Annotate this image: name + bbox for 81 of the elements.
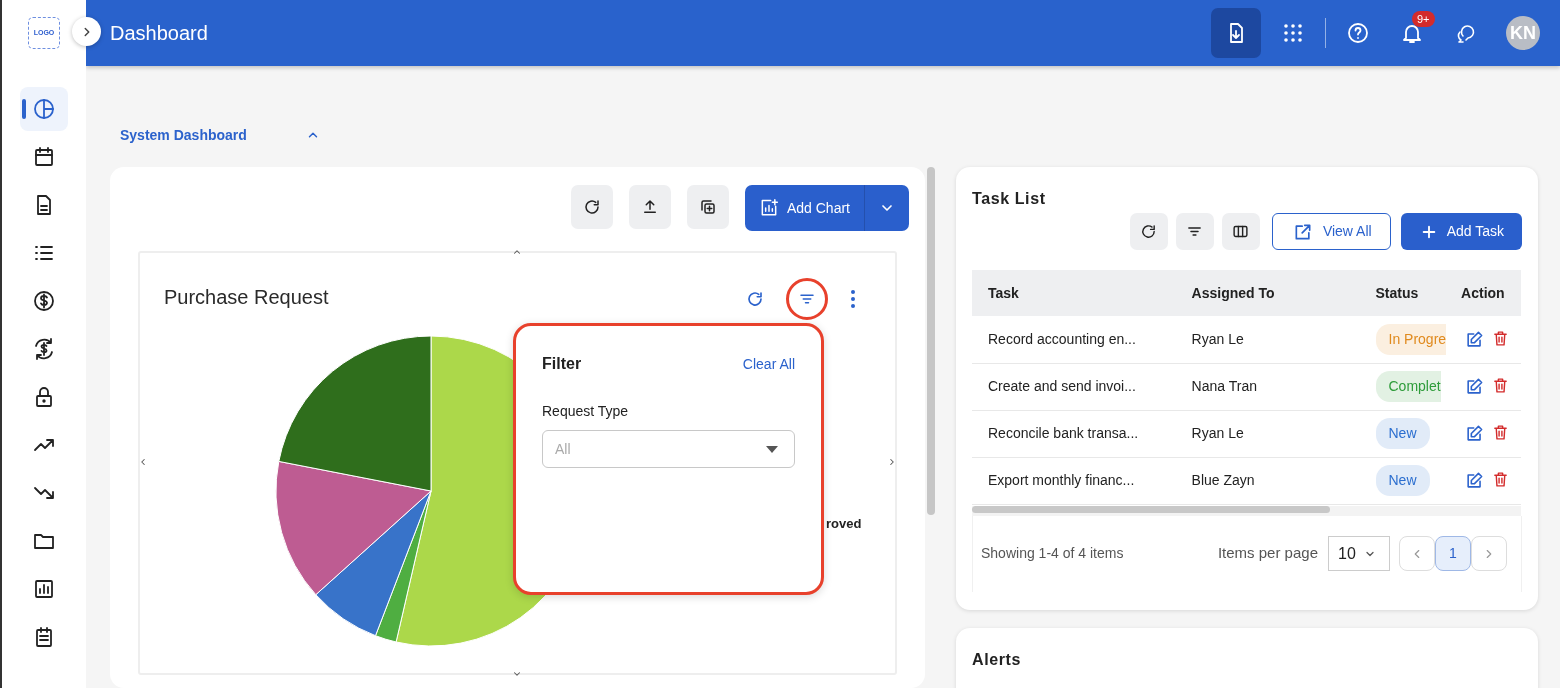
resize-handle-icon (512, 669, 522, 679)
edit-icon (1465, 424, 1485, 443)
plus-icon (1420, 223, 1437, 240)
add-task-button[interactable]: Add Task (1400, 213, 1522, 250)
edit-icon (1465, 471, 1485, 490)
caret-icon (766, 445, 778, 453)
section-title: System Dashboard (120, 125, 248, 145)
page-title: Dashboard (110, 21, 208, 46)
more-button[interactable] (850, 289, 856, 309)
status-tag: In Progre (1375, 323, 1447, 355)
clear-all-link[interactable]: Clear All (742, 353, 795, 375)
columns-icon (1232, 223, 1250, 240)
table-cell: Reconcile bank transa... (972, 410, 1176, 457)
edit-button[interactable] (1465, 329, 1485, 349)
delete-button[interactable] (1492, 377, 1510, 396)
resize-handle-icon (138, 457, 148, 467)
widget-title: Purchase Request (164, 285, 329, 310)
table-cell: Create and send invoi... (972, 363, 1176, 410)
download-button[interactable] (1211, 8, 1261, 58)
popup-title: Filter (542, 354, 582, 374)
legend-label: roved (826, 515, 862, 533)
copy-plus-icon (698, 198, 717, 216)
edit-button[interactable] (1465, 471, 1485, 490)
card-title: Task List (972, 189, 1047, 209)
grid-icon (1283, 23, 1303, 43)
help-icon (1346, 21, 1370, 45)
column-header: Action (1447, 270, 1521, 316)
edit-icon (1465, 377, 1485, 396)
column-header: Task (972, 270, 1176, 316)
widget-refresh-button[interactable] (746, 290, 764, 308)
horizontal-scrollbar[interactable] (972, 505, 1330, 513)
delete-button[interactable] (1492, 424, 1510, 443)
trash-icon (1492, 377, 1510, 394)
select-placeholder: All (555, 439, 571, 459)
refresh-icon (1140, 223, 1158, 240)
status-tag: Complet (1375, 371, 1441, 402)
dollar-icon (32, 289, 56, 313)
columns-button[interactable] (1221, 213, 1260, 250)
more-icon (850, 289, 856, 309)
export-button[interactable] (628, 185, 671, 229)
notification-badge: 9+ (1412, 11, 1435, 28)
table-cell: Record accounting en... (972, 316, 1176, 363)
calendar-icon (32, 145, 56, 169)
duplicate-button[interactable] (686, 185, 729, 229)
notifications-button[interactable]: 9+ (1390, 11, 1434, 55)
status-tag: New (1375, 418, 1430, 449)
view-all-button[interactable]: View All (1271, 213, 1391, 250)
table-cell: Export monthly financ... (972, 457, 1176, 504)
edit-button[interactable] (1465, 377, 1485, 396)
per-page-select[interactable]: 10 (1328, 536, 1390, 571)
refresh-button[interactable] (1129, 213, 1168, 250)
column-header: Assigned To (1175, 270, 1362, 316)
resize-handle-icon (887, 457, 897, 467)
items-count: Showing 1-4 of 4 items (981, 544, 1124, 563)
trash-icon (1492, 424, 1510, 441)
filter-button[interactable] (1175, 213, 1214, 250)
pie-chart-icon (32, 97, 56, 121)
resize-handle-icon (512, 247, 522, 257)
scrollbar[interactable] (927, 167, 935, 515)
delete-button[interactable] (1492, 471, 1510, 490)
trash-icon (1492, 329, 1510, 347)
table-cell: Ryan Le (1175, 316, 1362, 363)
field-label: Request Type (542, 402, 630, 421)
page-button[interactable]: 1 (1435, 536, 1471, 571)
dollar-sync-icon (32, 337, 56, 361)
per-page-label: Items per page (1217, 543, 1318, 564)
table-cell: Blue Zayn (1175, 457, 1362, 504)
column-header: Status (1361, 270, 1448, 316)
table-cell: Nana Tran (1175, 363, 1362, 410)
filter-button[interactable] (786, 278, 828, 320)
table-cell: Ryan Le (1175, 410, 1362, 457)
trash-icon (1492, 471, 1510, 488)
delete-button[interactable] (1492, 329, 1510, 349)
card-title: Alerts (972, 649, 1022, 670)
refresh-icon (746, 290, 764, 308)
refresh-icon (582, 198, 601, 216)
edit-icon (1465, 329, 1485, 349)
status-tag: New (1375, 465, 1430, 496)
bar-chart-icon (32, 577, 56, 601)
edit-button[interactable] (1465, 424, 1485, 443)
refresh-button[interactable] (570, 185, 613, 229)
